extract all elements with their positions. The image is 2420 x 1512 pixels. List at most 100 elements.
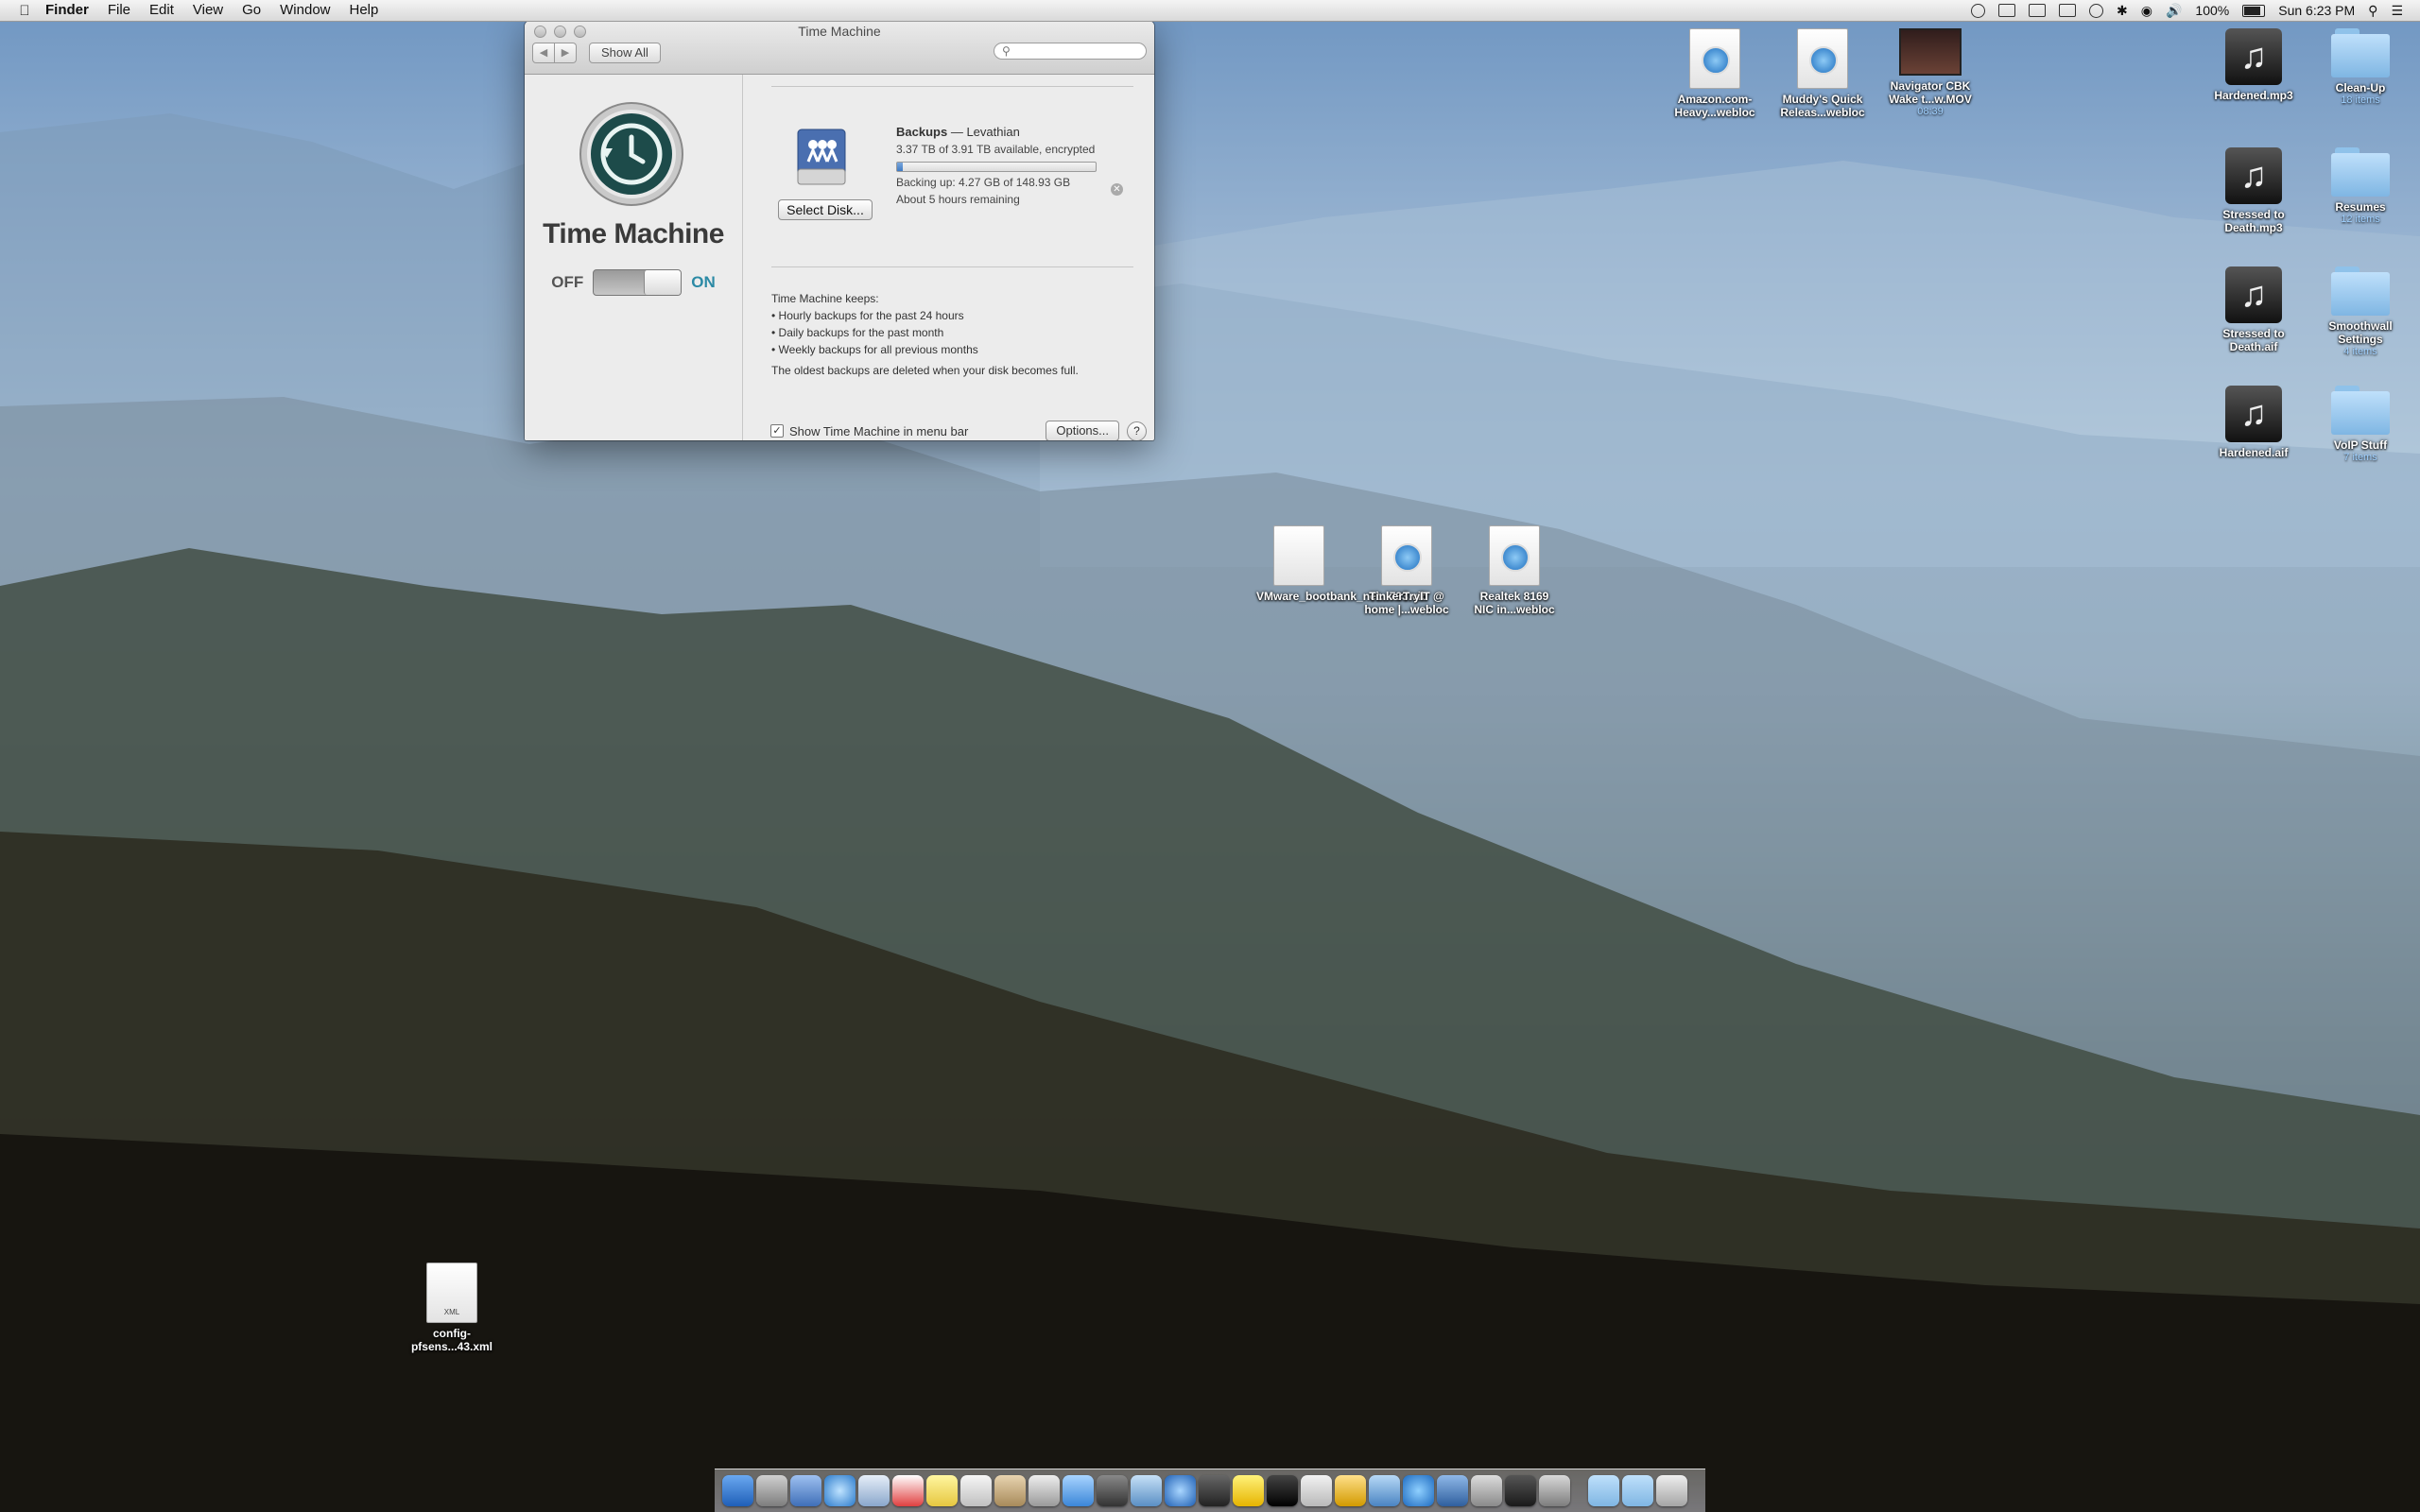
desktop-icon-navigator-mov[interactable]: Navigator CBK Wake t...w.MOV 08:39 [1888,28,1973,117]
icon-label: Amazon.com- Heavy...webloc [1674,93,1755,119]
menu-window[interactable]: Window [270,0,339,21]
airplay-icon[interactable] [2029,4,2047,17]
icon-label: VMware_bootbank_net...733.vib [1256,590,1428,603]
desktop-wallpaper [0,113,2420,1512]
safari-dock-icon[interactable] [824,1475,856,1506]
desktop-icon-voip-folder[interactable]: VoIP Stuff 7 items [2318,386,2403,463]
nav-buttons: ◀ ▶ [532,43,577,63]
cancel-backup-icon[interactable]: ✕ [1111,183,1123,196]
oldest-note: The oldest backups are deleted when your… [771,364,1079,377]
desktop-icon-realtek-webloc[interactable]: Realtek 8169 NIC in...webloc [1472,525,1557,616]
menu-bar:  Finder File Edit View Go Window Help ✱… [0,0,2420,22]
calendar-dock-icon[interactable] [892,1475,924,1506]
clock[interactable]: Sun 6:23 PM [2278,3,2355,18]
disk-name: Backups [896,125,948,139]
battery-percent[interactable]: 100% [2195,3,2229,18]
keeps-hourly: • Hourly backups for the past 24 hours [771,309,964,322]
desktop-icon-stressed-aif[interactable]: ♫ Stressed to Death.aif [2211,266,2296,353]
desktop-icon-stressed-mp3[interactable]: ♫ Stressed to Death.mp3 [2211,147,2296,234]
applications-folder-dock-icon[interactable] [1588,1475,1619,1506]
adium-dock-icon[interactable] [1233,1475,1264,1506]
icon-label: TinkerTryIT @ home |...webloc [1364,590,1449,616]
menu-view[interactable]: View [183,0,233,21]
desktop-icon-vmware-vib[interactable]: VMware_bootbank_net...733.vib [1256,525,1428,603]
webloc-icon [1381,525,1432,586]
display-icon[interactable] [1998,4,2016,17]
forward-button[interactable]: ▶ [555,43,577,63]
menu-edit[interactable]: Edit [140,0,183,21]
webloc-icon [1689,28,1740,89]
wifi-icon[interactable]: ◉ [2141,3,2152,19]
help-button[interactable]: ? [1127,421,1147,440]
virtualbox-dock-icon[interactable] [1437,1475,1468,1506]
left-pane: Time Machine OFF ON [525,75,743,440]
network-dock-icon[interactable] [1403,1475,1434,1506]
battery-icon[interactable] [2242,4,2266,17]
desktop-icon-smoothwall-folder[interactable]: Smoothwall Settings 4 items [2318,266,2403,357]
itunes-dock-icon[interactable] [1165,1475,1196,1506]
preview-dock-icon[interactable] [1369,1475,1400,1506]
mail-dock-icon[interactable] [858,1475,890,1506]
bottom-row: ✓ Show Time Machine in menu bar Options.… [770,421,1147,440]
search-field[interactable]: ⚲ [994,43,1147,60]
notification-center-icon[interactable]: ☰ [2391,3,2403,19]
icon-label: Clean-Up [2335,81,2386,94]
wifi-utility-dock-icon[interactable] [1505,1475,1536,1506]
options-button[interactable]: Options... [1046,421,1119,440]
toggle-off-label: OFF [551,273,584,291]
volume-icon[interactable]: 🔊 [2166,3,2182,19]
utility-dock-icon[interactable] [1471,1475,1502,1506]
backup-disk-info: Backups — Levathian 3.37 TB of 3.91 TB a… [896,125,1123,206]
contacts-dock-icon[interactable] [994,1475,1026,1506]
terminal-dock-icon[interactable] [1267,1475,1298,1506]
documents-folder-dock-icon[interactable] [1622,1475,1653,1506]
trash-dock-icon[interactable] [1656,1475,1687,1506]
facetime-dock-icon[interactable] [1097,1475,1128,1506]
document-icon [1273,525,1324,586]
mission-control-dock-icon[interactable] [790,1475,821,1506]
desktop-icon-clean-up-folder[interactable]: Clean-Up 18 items [2318,28,2403,106]
webloc-icon [1797,28,1848,89]
icon-label: config-pfsens...43.xml [410,1327,493,1353]
show-in-menubar-checkbox[interactable]: ✓ [770,424,784,438]
on-off-switch[interactable] [593,269,683,296]
movie-icon [1899,28,1962,76]
backing-up-status: Backing up: 4.27 GB of 148.93 GB [896,176,1071,189]
show-all-button[interactable]: Show All [589,43,661,63]
reminders-dock-icon[interactable] [960,1475,992,1506]
desktop-icon-config-xml[interactable]: XML config-pfsens...43.xml [409,1263,494,1353]
icon-sublabel: 08:39 [1917,106,1944,117]
status-icon[interactable] [1971,3,1986,18]
time-machine-menu-icon[interactable] [2089,3,2104,18]
show-in-menubar-label[interactable]: Show Time Machine in menu bar [789,424,968,438]
menu-file[interactable]: File [98,0,140,21]
desktop-icon-hardened-mp3[interactable]: ♫ Hardened.mp3 [2211,28,2296,102]
desktop-icon-resumes-folder[interactable]: Resumes 12 items [2318,147,2403,225]
menu-finder[interactable]: Finder [36,0,98,21]
icon-sublabel: 18 items [2341,94,2380,106]
desktop-icon-tinkertry-webloc[interactable]: TinkerTryIT @ home |...webloc [1364,525,1449,616]
desktop-icon-muddys-webloc[interactable]: Muddy's Quick Releas...webloc [1780,28,1865,119]
select-disk-button[interactable]: Select Disk... [778,199,873,220]
spotlight-icon[interactable]: ⚲ [2368,3,2377,19]
apple-menu-icon[interactable]:  [13,3,36,19]
menu-help[interactable]: Help [340,0,389,21]
desktop-icon-amazon-webloc[interactable]: Amazon.com- Heavy...webloc [1672,28,1757,119]
menu-go[interactable]: Go [233,0,270,21]
app-dock-icon[interactable] [1199,1475,1230,1506]
system-preferences-dock-icon[interactable] [1539,1475,1570,1506]
messages-dock-icon[interactable] [1063,1475,1094,1506]
textedit-dock-icon[interactable] [1301,1475,1332,1506]
finder-dock-icon[interactable] [722,1475,753,1506]
ftp-dock-icon[interactable] [1335,1475,1366,1506]
photos-dock-icon[interactable] [1131,1475,1162,1506]
title-bar[interactable]: Time Machine ◀ ▶ Show All ⚲ [525,21,1154,75]
bluetooth-icon[interactable]: ✱ [2117,3,2128,19]
launchpad-dock-icon[interactable] [756,1475,787,1506]
keyboard-icon[interactable] [2059,4,2077,17]
desktop-icon-hardened-aif[interactable]: ♫ Hardened.aif [2211,386,2296,459]
back-button[interactable]: ◀ [532,43,555,63]
phone-dock-icon[interactable] [1028,1475,1060,1506]
switch-knob[interactable] [644,270,682,295]
notes-dock-icon[interactable] [926,1475,958,1506]
